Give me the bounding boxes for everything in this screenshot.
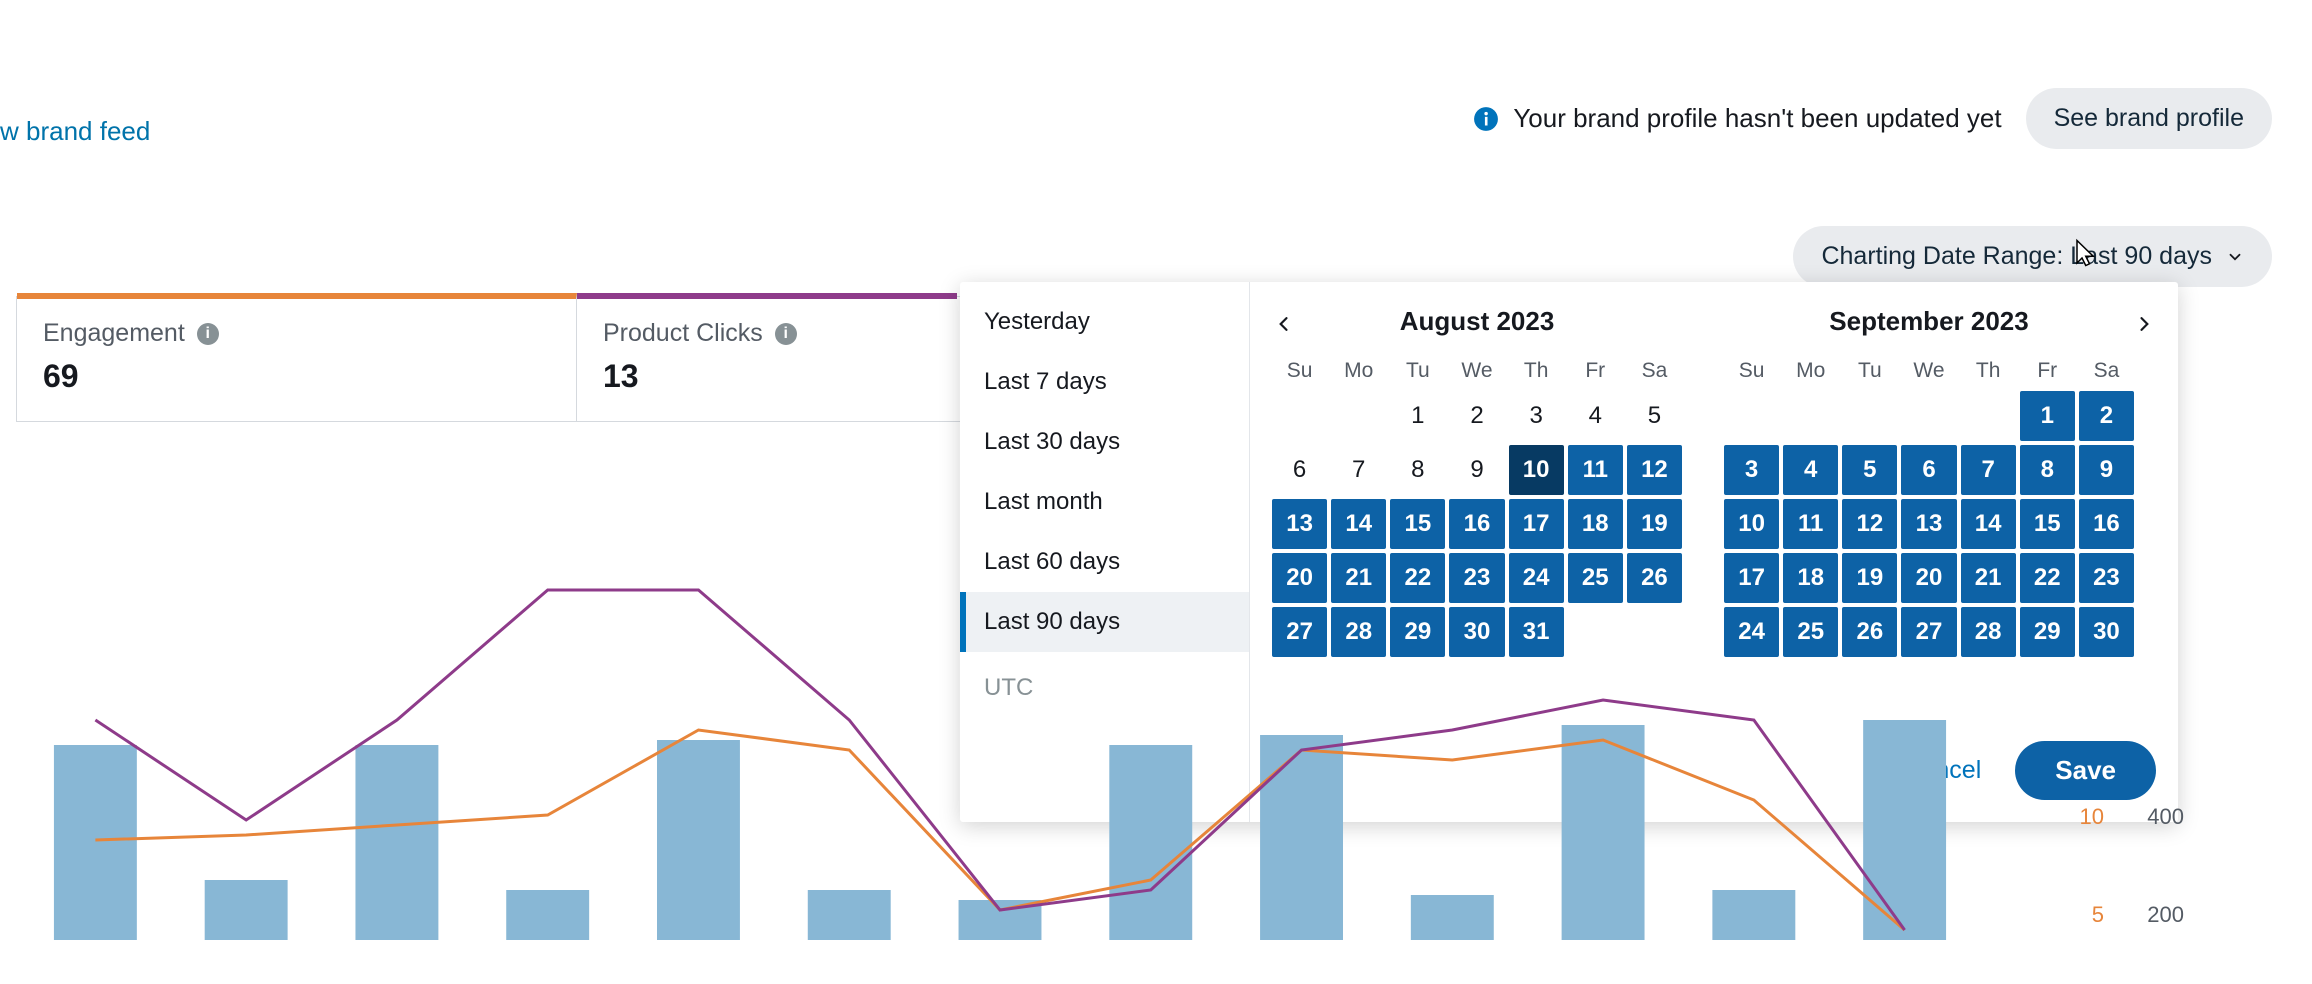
chart-bar	[506, 890, 589, 940]
dow-label: Sa	[1627, 359, 1682, 383]
calendar-day[interactable]: 30	[2079, 607, 2134, 657]
dow-label: Tu	[1842, 359, 1897, 383]
chart-bar	[1712, 890, 1795, 940]
metric-value: 13	[603, 358, 931, 395]
calendar-day[interactable]: 23	[2079, 553, 2134, 603]
chart-bar	[1562, 725, 1645, 940]
calendar-day[interactable]: 9	[1449, 445, 1504, 495]
metrics-chart	[0, 520, 2000, 960]
calendar-day[interactable]: 29	[2020, 607, 2075, 657]
calendar-day[interactable]: 15	[2020, 499, 2075, 549]
dow-label: Th	[1509, 359, 1564, 383]
brand-profile-notice: Your brand profile hasn't been updated y…	[1473, 103, 2001, 134]
see-brand-profile-button[interactable]: See brand profile	[2026, 88, 2272, 149]
metric-value: 69	[43, 358, 550, 395]
dow-label: Mo	[1331, 359, 1386, 383]
calendar-day[interactable]: 2	[2079, 391, 2134, 441]
info-icon	[1473, 106, 1499, 132]
calendar-day[interactable]: 8	[2020, 445, 2075, 495]
chevron-left-icon	[1274, 314, 1294, 334]
dow-label: Fr	[1568, 359, 1623, 383]
calendar-day[interactable]: 6	[1272, 445, 1327, 495]
metric-label: Product Clicks	[603, 319, 763, 348]
date-range-label: Charting Date Range: Last 90 days	[1821, 242, 2212, 271]
next-month-button[interactable]	[2128, 308, 2160, 340]
calendar-day[interactable]: 22	[2020, 553, 2075, 603]
chart-bar	[1411, 895, 1494, 940]
calendar-day[interactable]: 12	[1627, 445, 1682, 495]
chart-bar	[1260, 735, 1343, 940]
y-axis-grey: 400 200	[2147, 804, 2184, 928]
y-axis-orange: 10 5	[2080, 804, 2104, 928]
info-icon[interactable]: i	[197, 323, 219, 345]
calendar-day[interactable]: 16	[2079, 499, 2134, 549]
chart-bar	[808, 890, 891, 940]
date-range-dropdown[interactable]: Charting Date Range: Last 90 days	[1793, 226, 2272, 287]
calendar-day[interactable]: 1	[2020, 391, 2075, 441]
info-icon[interactable]: i	[775, 323, 797, 345]
calendar-day[interactable]: 3	[1724, 445, 1779, 495]
prev-month-button[interactable]	[1268, 308, 1300, 340]
preset-last-7-days[interactable]: Last 7 days	[960, 352, 1249, 412]
notice-text: Your brand profile hasn't been updated y…	[1513, 103, 2001, 134]
calendar-day[interactable]: 4	[1783, 445, 1838, 495]
chevron-right-icon	[2134, 314, 2154, 334]
metric-label: Engagement	[43, 319, 185, 348]
calendar-day[interactable]: 1	[1390, 391, 1445, 441]
calendar-day[interactable]: 6	[1901, 445, 1956, 495]
metric-engagement[interactable]: Engagement i 69	[17, 293, 577, 421]
dow-label: Th	[1961, 359, 2016, 383]
brand-feed-link[interactable]: w brand feed	[0, 116, 150, 147]
chart-bar	[1109, 745, 1192, 940]
calendar-day[interactable]: 3	[1509, 391, 1564, 441]
calendar-day[interactable]: 5	[1627, 391, 1682, 441]
dow-label: Fr	[2020, 359, 2075, 383]
metric-row: Engagement i 69 Product Clicks i 13	[16, 296, 972, 422]
chart-bar	[657, 740, 740, 940]
chart-bar	[205, 880, 288, 940]
notice-bar: Your brand profile hasn't been updated y…	[1473, 88, 2272, 149]
chart-bar	[1863, 720, 1946, 940]
dow-label: We	[1901, 359, 1956, 383]
dow-label: Su	[1724, 359, 1779, 383]
calendar-day[interactable]: 7	[1331, 445, 1386, 495]
calendar-day[interactable]: 2	[1449, 391, 1504, 441]
chart-bar	[355, 745, 438, 940]
dow-label: Su	[1272, 359, 1327, 383]
calendar-day[interactable]: 8	[1390, 445, 1445, 495]
preset-yesterday[interactable]: Yesterday	[960, 292, 1249, 352]
calendar-day[interactable]: 10	[1509, 445, 1564, 495]
dow-label: Tu	[1390, 359, 1445, 383]
dow-label: Mo	[1783, 359, 1838, 383]
month-title: August 2023	[1272, 306, 1682, 337]
calendar-day[interactable]: 7	[1961, 445, 2016, 495]
calendar-day[interactable]: 11	[1568, 445, 1623, 495]
dow-label: Sa	[2079, 359, 2134, 383]
metric-product-clicks[interactable]: Product Clicks i 13	[577, 293, 957, 421]
chart-bar	[54, 745, 137, 940]
calendar-day[interactable]: 9	[2079, 445, 2134, 495]
month-title: September 2023	[1724, 306, 2134, 337]
calendar-day[interactable]: 5	[1842, 445, 1897, 495]
chevron-down-icon	[2226, 248, 2244, 266]
preset-last-30-days[interactable]: Last 30 days	[960, 412, 1249, 472]
chart-area	[0, 520, 2000, 960]
dow-label: We	[1449, 359, 1504, 383]
calendar-day[interactable]: 4	[1568, 391, 1623, 441]
save-button[interactable]: Save	[2015, 741, 2156, 800]
